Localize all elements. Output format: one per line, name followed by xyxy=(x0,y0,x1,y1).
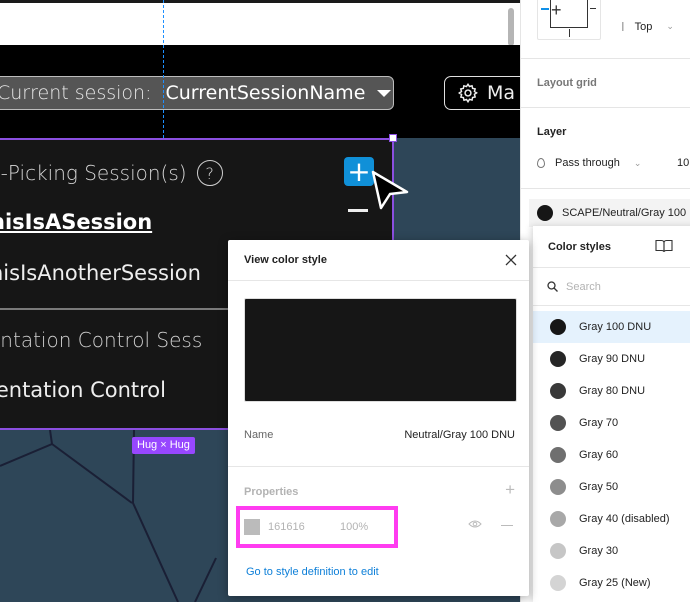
layout-guide-line xyxy=(163,0,164,138)
properties-heading: Properties xyxy=(244,486,299,498)
modal-divider xyxy=(228,466,529,467)
gear-icon xyxy=(457,82,478,104)
modal-title: View color style xyxy=(244,254,327,266)
session-item[interactable]: hisIsAnotherSession xyxy=(0,261,201,285)
blend-mode-select[interactable]: Pass through ⌄ xyxy=(537,157,641,169)
chevron-down-icon: ⌄ xyxy=(633,157,642,168)
color-swatch xyxy=(550,479,566,495)
close-icon[interactable] xyxy=(503,252,519,268)
color-style-name: Gray 70 xyxy=(579,417,619,429)
color-style-item[interactable]: Gray 30 xyxy=(533,535,690,567)
mouse-pointer-icon xyxy=(371,170,409,210)
fill-swatch[interactable] xyxy=(537,205,553,221)
layer-opacity-input[interactable]: 10 xyxy=(677,157,689,169)
color-swatch xyxy=(550,543,566,559)
color-style-item[interactable]: Gray 50 xyxy=(533,471,690,503)
fill-style-row[interactable]: SCAPE/Neutral/Gray 100 xyxy=(529,199,690,227)
manage-button-label: Ma xyxy=(487,82,516,104)
color-style-name: Gray 60 xyxy=(579,449,619,461)
frame-scrollbar[interactable] xyxy=(508,8,514,46)
constraint-right[interactable] xyxy=(590,8,596,9)
current-session-dropdown[interactable]: Current session: CurrentSessionName xyxy=(0,76,394,110)
color-styles-title: Color styles xyxy=(548,240,611,253)
color-swatch xyxy=(550,447,566,463)
color-swatch xyxy=(550,319,566,335)
constraint-left-active[interactable] xyxy=(541,8,549,10)
current-session-label: Current session: xyxy=(0,82,152,104)
color-style-item[interactable]: Gray 25 (New) xyxy=(533,567,690,599)
eye-icon[interactable] xyxy=(468,519,482,529)
section-divider xyxy=(521,107,690,108)
style-name-value: Neutral/Gray 100 DNU xyxy=(404,429,515,441)
session-item-active[interactable]: hisIsASession xyxy=(0,210,152,234)
property-swatch xyxy=(244,519,260,535)
color-property-row[interactable]: 161616 100% xyxy=(236,506,398,548)
color-swatch xyxy=(550,511,566,527)
add-property-icon[interactable]: + xyxy=(505,481,515,498)
vertical-constraint-icon: I xyxy=(621,19,625,34)
property-opacity-value: 100% xyxy=(340,521,369,533)
orientation-control-item[interactable]: ientation Control xyxy=(0,378,166,402)
library-book-icon[interactable] xyxy=(655,239,673,253)
color-style-item[interactable]: Gray 80 DNU xyxy=(533,375,690,407)
remove-session-button[interactable] xyxy=(348,209,368,212)
color-style-item[interactable]: Gray 70 xyxy=(533,407,690,439)
view-color-style-modal: View color style Name Neutral/Gray 100 D… xyxy=(228,240,529,596)
style-name-label: Name xyxy=(244,429,274,441)
color-swatch xyxy=(550,415,566,431)
color-style-item-selected[interactable]: Gray 100 DNU xyxy=(533,311,690,343)
picking-sessions-title: n-Picking Session(s) xyxy=(0,161,187,185)
color-swatch xyxy=(550,383,566,399)
color-swatch xyxy=(550,575,566,591)
property-hex-value: 161616 xyxy=(268,521,305,533)
color-styles-popover: Color styles Gray 100 DNU Gray 90 DNU Gr… xyxy=(533,226,690,602)
color-styles-header: Color styles xyxy=(533,226,690,268)
chevron-down-icon: ⌄ xyxy=(666,21,674,31)
color-style-name: Gray 100 DNU xyxy=(579,321,652,333)
search-input[interactable] xyxy=(566,280,666,293)
color-style-name: Gray 50 xyxy=(579,481,619,493)
style-name-row: Name Neutral/Gray 100 DNU xyxy=(244,429,515,441)
color-style-item[interactable]: Gray 90 DNU xyxy=(533,343,690,375)
layer-heading: Layer xyxy=(537,126,567,138)
color-style-item[interactable]: Gray 40 (disabled) xyxy=(533,503,690,535)
search-icon xyxy=(547,281,558,292)
constraints-widget[interactable]: + xyxy=(537,0,601,40)
resize-handle[interactable] xyxy=(389,134,397,142)
frame-top-strip xyxy=(0,0,520,45)
section-divider xyxy=(521,58,690,59)
orientation-sessions-heading: entation Control Sess xyxy=(0,328,203,352)
section-divider xyxy=(521,188,690,189)
constraint-center-icon[interactable]: + xyxy=(551,1,562,19)
vertical-constraint-select[interactable]: I Top ⌄ xyxy=(621,19,674,34)
fill-style-name: SCAPE/Neutral/Gray 100 xyxy=(562,207,687,219)
caret-down-icon xyxy=(377,89,392,97)
manage-button[interactable]: Ma xyxy=(444,76,520,110)
color-styles-list: Gray 100 DNU Gray 90 DNU Gray 80 DNU Gra… xyxy=(533,311,690,599)
color-style-name: Gray 90 DNU xyxy=(579,353,646,365)
color-style-name: Gray 80 DNU xyxy=(579,385,646,397)
constraint-bottom[interactable] xyxy=(569,29,570,37)
vertical-constraint-value: Top xyxy=(634,20,653,33)
blend-mode-value: Pass through xyxy=(555,157,620,169)
go-to-style-definition-link[interactable]: Go to style definition to edit xyxy=(246,566,379,578)
color-styles-search[interactable] xyxy=(533,268,690,306)
color-swatch xyxy=(550,351,566,367)
modal-header: View color style xyxy=(228,240,529,281)
blend-mode-icon xyxy=(537,158,545,168)
color-style-name: Gray 40 (disabled) xyxy=(579,513,670,525)
color-preview-swatch xyxy=(244,298,517,402)
color-style-name: Gray 25 (New) xyxy=(579,577,651,589)
color-style-item[interactable]: Gray 60 xyxy=(533,439,690,471)
help-icon[interactable]: ? xyxy=(196,160,223,186)
current-session-value: CurrentSessionName xyxy=(165,82,366,104)
layout-grid-heading[interactable]: Layout grid xyxy=(537,77,597,89)
size-badge: Hug × Hug xyxy=(132,437,195,454)
color-style-name: Gray 30 xyxy=(579,545,619,557)
picking-sessions-heading: n-Picking Session(s) ? xyxy=(0,160,223,186)
remove-property-icon[interactable] xyxy=(501,525,513,526)
